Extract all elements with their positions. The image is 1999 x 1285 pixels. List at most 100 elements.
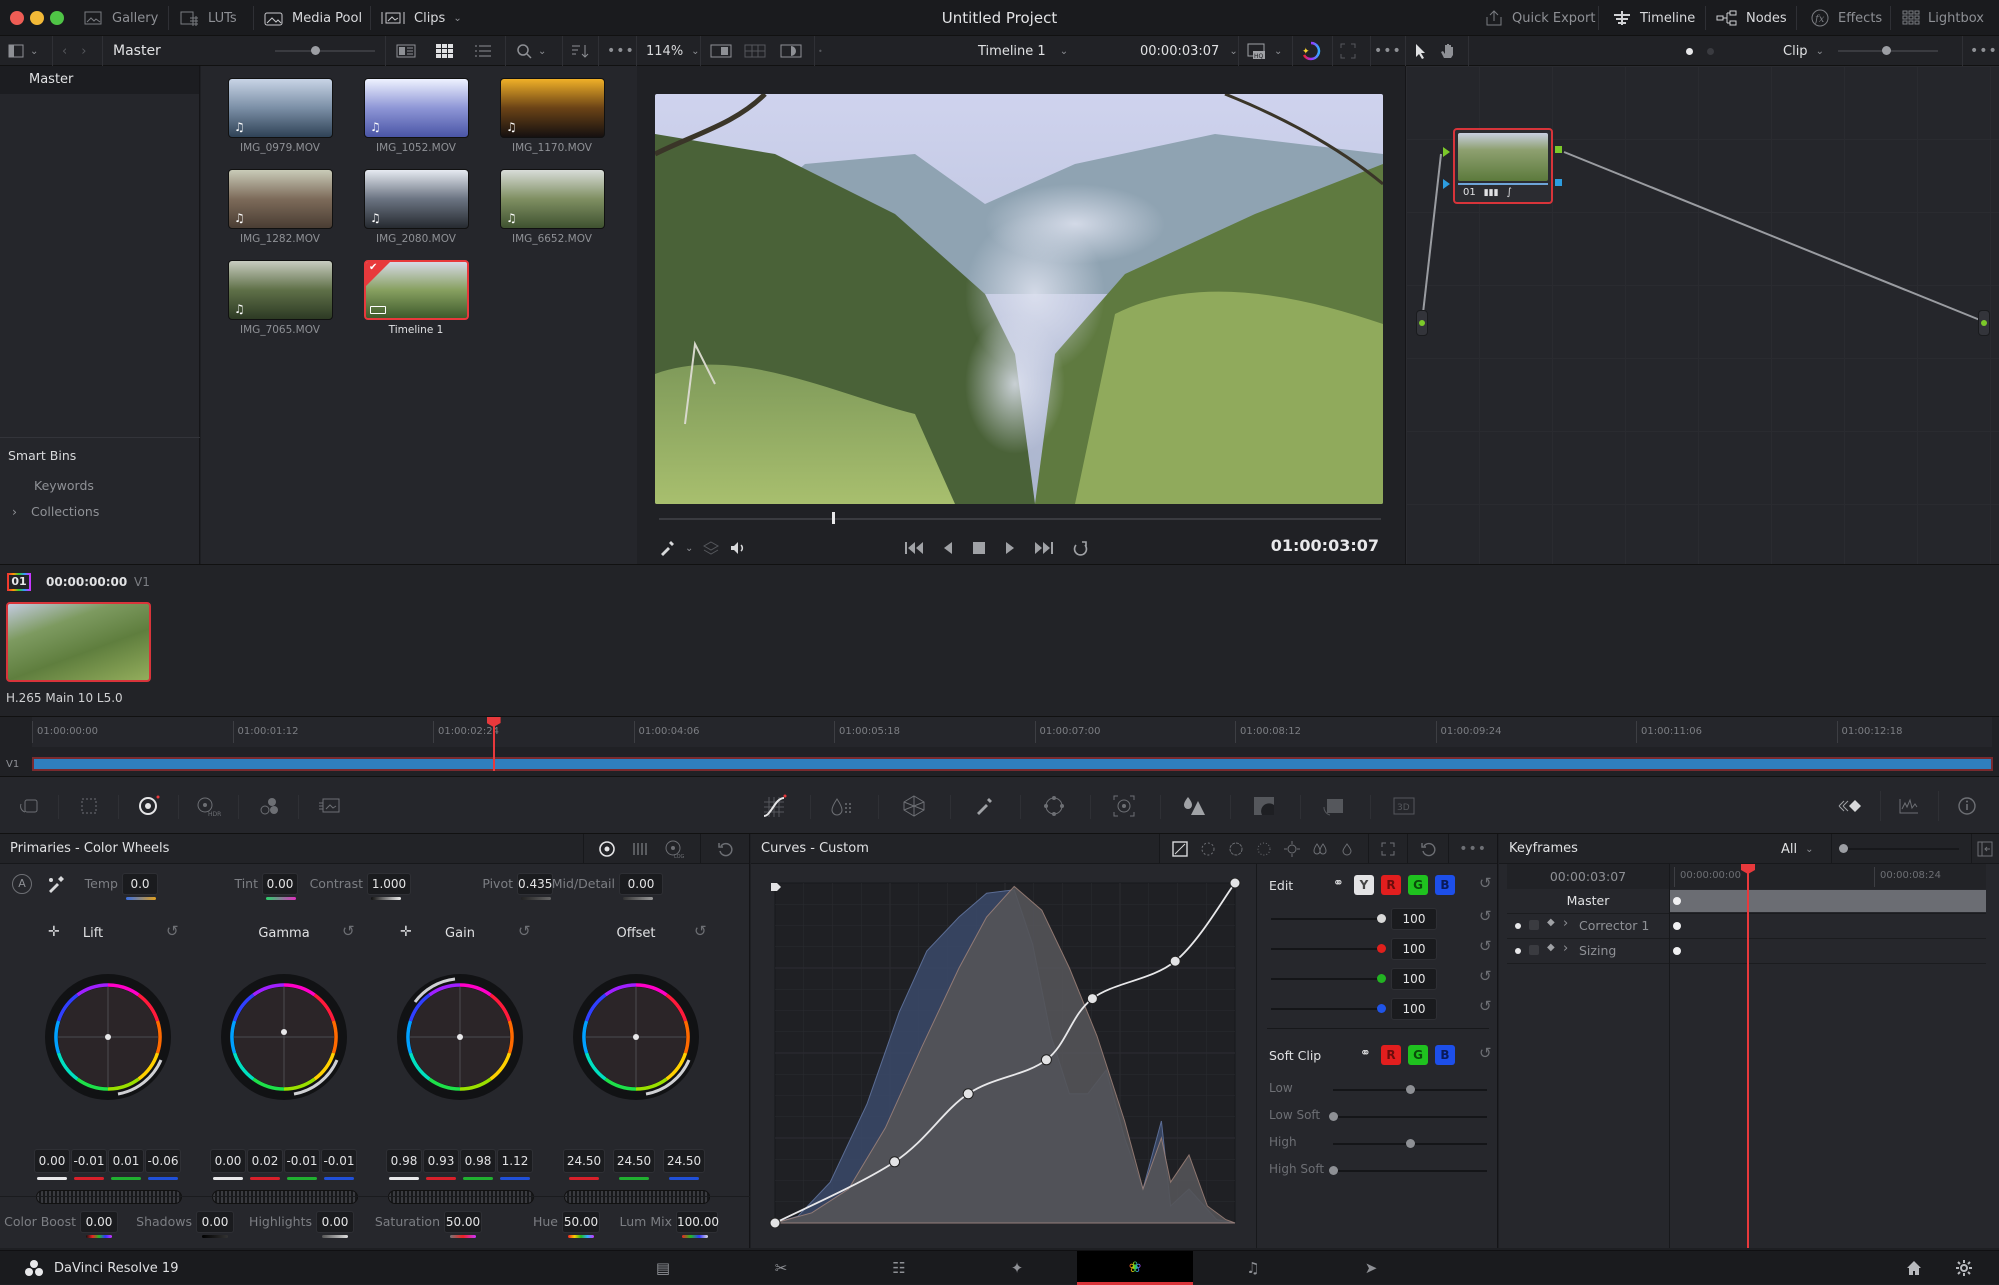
hand-tool-icon[interactable] xyxy=(1440,36,1456,66)
node-rgb-output[interactable] xyxy=(1555,146,1562,153)
minimize-window-button[interactable] xyxy=(30,11,44,25)
lum-vs-sat-icon[interactable] xyxy=(1284,841,1301,857)
offset-reset-icon[interactable]: ↺ xyxy=(694,922,707,940)
rgb-mixer-button[interactable] xyxy=(250,777,288,835)
timeline-ruler[interactable]: 01:00:00:00 01:00:01:12 01:00:02:24 01:00:0… xyxy=(32,717,1992,747)
channel-reset-icon[interactable]: ↺ xyxy=(1479,967,1492,985)
wheel-channel-value[interactable]: 0.98 xyxy=(460,1149,496,1173)
color-boost-field[interactable]: 0.00 xyxy=(80,1211,118,1233)
window-button[interactable] xyxy=(1036,777,1072,835)
mid-detail-field[interactable]: 0.00 xyxy=(619,873,663,895)
highlights-field[interactable]: 0.00 xyxy=(316,1211,354,1233)
media-pool-clip[interactable]: ♫ xyxy=(500,78,605,138)
play-reverse-icon[interactable] xyxy=(942,541,954,555)
gain-reset-icon[interactable]: ↺ xyxy=(518,922,531,940)
effects-button[interactable]: fx Effects xyxy=(1810,0,1882,36)
corrector-node[interactable]: 01 ▮▮▮ ∫ xyxy=(1453,128,1553,204)
page-tab-fairlight[interactable]: ♫ xyxy=(1195,1251,1311,1285)
forward-arrow-icon[interactable]: › xyxy=(81,44,86,59)
thumbnail-size-slider[interactable] xyxy=(275,36,375,66)
wheel-channel-value[interactable]: -0.01 xyxy=(284,1149,320,1173)
soft-clip-slider[interactable] xyxy=(1329,1112,1487,1121)
panel-layout-button[interactable]: ⌄ xyxy=(8,36,38,66)
slider-knob[interactable] xyxy=(1329,1166,1338,1175)
slider-knob[interactable] xyxy=(1406,1139,1415,1148)
soft-clip-r-button[interactable]: R xyxy=(1381,1045,1401,1065)
wheel-puck[interactable] xyxy=(105,1034,111,1040)
channel-intensity-field[interactable]: 100 xyxy=(1391,908,1437,930)
channel-reset-icon[interactable]: ↺ xyxy=(1479,997,1492,1015)
soft-clip-reset-icon[interactable]: ↺ xyxy=(1479,1044,1492,1062)
curves-options-icon[interactable]: ••• xyxy=(1459,841,1487,857)
qualifier-button[interactable] xyxy=(966,777,1002,835)
timeline-selector[interactable]: Timeline 1 ⌄ xyxy=(978,36,1068,66)
close-window-button[interactable] xyxy=(10,11,24,25)
3d-button[interactable]: 3D xyxy=(1386,777,1422,835)
wheel-channel-value[interactable]: 24.50 xyxy=(613,1149,655,1173)
curve-control-point[interactable] xyxy=(1040,1054,1052,1066)
wheel-puck[interactable] xyxy=(281,1029,287,1035)
sizing-button[interactable] xyxy=(1316,777,1352,835)
lift-reset-icon[interactable]: ↺ xyxy=(166,922,179,940)
node-mode-dropdown[interactable]: Clip ⌄ xyxy=(1783,36,1824,66)
back-arrow-icon[interactable]: ‹ xyxy=(62,44,67,59)
keyframe-ruler[interactable]: 00:00:00:00 00:00:08:24 xyxy=(1669,864,1986,889)
stop-icon[interactable] xyxy=(972,541,986,555)
settings-gear-icon[interactable] xyxy=(1956,1260,1972,1276)
wheel-channel-value[interactable]: 24.50 xyxy=(563,1149,605,1173)
source-input-node[interactable] xyxy=(1416,310,1428,336)
pivot-field[interactable]: 0.435 xyxy=(517,873,553,895)
wheel-channel-value[interactable]: 0.00 xyxy=(210,1149,246,1173)
curve-graph[interactable] xyxy=(765,878,1245,1228)
fullscreen-viewer-button[interactable] xyxy=(1340,36,1356,66)
slider-knob[interactable] xyxy=(1377,1004,1386,1013)
luts-button[interactable]: LUTs xyxy=(180,0,237,36)
channel-intensity-field[interactable]: 100 xyxy=(1391,968,1437,990)
gain-picker-icon[interactable]: ✛ xyxy=(400,924,412,940)
expand-chevron-icon[interactable]: › xyxy=(1563,941,1568,956)
track-enable-dot[interactable] xyxy=(1515,948,1521,954)
playback-quality-dropdown[interactable]: HQ ⌄ xyxy=(1246,36,1282,66)
lock-icon[interactable] xyxy=(1529,920,1539,930)
tint-field[interactable]: 0.00 xyxy=(262,873,298,895)
page-tab-deliver[interactable]: ➤ xyxy=(1313,1251,1429,1285)
soft-clip-b-button[interactable]: B xyxy=(1435,1045,1455,1065)
collapse-panel-icon[interactable] xyxy=(1977,841,1993,857)
single-viewer-button[interactable] xyxy=(710,36,732,66)
eyedropper-icon[interactable] xyxy=(659,540,675,556)
primaries-wheels-button[interactable] xyxy=(130,777,168,835)
contrast-field[interactable]: 1.000 xyxy=(367,873,411,895)
link-soft-clip-icon[interactable]: ⚭ xyxy=(1360,1046,1371,1061)
saturation-field[interactable]: 50.00 xyxy=(444,1211,482,1233)
key-button[interactable] xyxy=(1246,777,1282,835)
wipe-view-button[interactable] xyxy=(780,36,802,66)
wheel-channel-value[interactable]: 0.93 xyxy=(423,1149,459,1173)
channel-intensity-slider[interactable] xyxy=(1271,1004,1386,1013)
quick-export-button[interactable]: Quick Export xyxy=(1484,0,1595,36)
channel-reset-icon[interactable]: ↺ xyxy=(1479,907,1492,925)
home-icon[interactable] xyxy=(1906,1260,1922,1276)
node-rgb-input[interactable] xyxy=(1443,147,1450,157)
keyframe-filter-dropdown[interactable]: All ⌄ xyxy=(1781,834,1814,864)
white-balance-picker-icon[interactable] xyxy=(46,874,66,894)
keyframe-marker[interactable] xyxy=(1673,947,1681,955)
clips-button[interactable]: Clips ⌄ xyxy=(380,0,462,36)
node-zoom-slider[interactable] xyxy=(1838,36,1938,66)
scopes-button[interactable] xyxy=(1892,777,1926,835)
smart-bin-collections[interactable]: › Collections xyxy=(12,504,99,519)
page-dot-active[interactable] xyxy=(1686,47,1693,55)
hue-vs-sat-icon[interactable] xyxy=(1228,841,1244,857)
node-key-output[interactable] xyxy=(1555,179,1562,186)
thumbnail-view-button[interactable] xyxy=(436,36,454,66)
output-node[interactable] xyxy=(1978,310,1990,336)
media-pool-clip[interactable]: ♫ xyxy=(364,78,469,138)
keyframe-playhead[interactable] xyxy=(1741,864,1755,1248)
chevron-down-icon[interactable]: ⌄ xyxy=(685,543,693,554)
wheel-channel-value[interactable]: 24.50 xyxy=(663,1149,705,1173)
page-tab-fusion[interactable]: ✦ xyxy=(959,1251,1075,1285)
keyframe-zoom-slider[interactable] xyxy=(1839,844,1959,853)
lightbox-button[interactable]: Lightbox xyxy=(1902,0,1984,36)
motion-effects-button[interactable] xyxy=(310,777,348,835)
curve-control-point[interactable] xyxy=(1086,993,1098,1005)
custom-curve-icon[interactable] xyxy=(1172,841,1188,857)
